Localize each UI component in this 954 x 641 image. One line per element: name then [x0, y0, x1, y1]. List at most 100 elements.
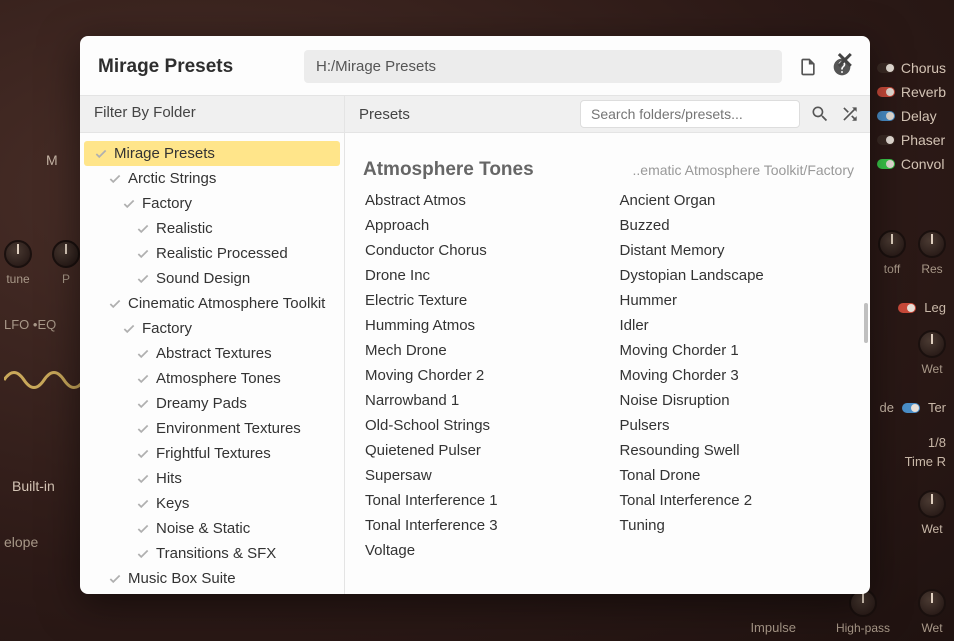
folder-item[interactable]: Arctic Strings: [84, 166, 340, 191]
preset-item[interactable]: Moving Chorder 2: [365, 366, 600, 385]
check-icon: [136, 422, 150, 436]
preset-path-input[interactable]: [304, 50, 782, 83]
check-icon: [136, 497, 150, 511]
folder-label: Factory: [142, 320, 192, 337]
preset-item[interactable]: Conductor Chorus: [365, 241, 600, 260]
fx-convol: Convol: [877, 156, 945, 172]
modal-body: Mirage PresetsArctic StringsFactoryReali…: [80, 133, 870, 594]
folder-item[interactable]: Frightful Textures: [84, 441, 340, 466]
folder-item[interactable]: Keys: [84, 491, 340, 516]
preset-item[interactable]: Tonal Interference 3: [365, 516, 600, 535]
folder-label: Abstract Textures: [156, 345, 272, 362]
fx-reverb: Reverb: [877, 84, 946, 100]
folder-label: Realistic Processed: [156, 245, 288, 262]
preset-browser-modal: ✕ Mirage Presets Filter By Folder Preset…: [80, 36, 870, 594]
bg-knob-res: Res: [918, 230, 946, 276]
preset-item[interactable]: Ancient Organ: [620, 191, 855, 210]
folder-item[interactable]: Factory: [84, 316, 340, 341]
bg-knob-tune: tune: [4, 240, 32, 286]
preset-item[interactable]: Tonal Interference 1: [365, 491, 600, 510]
envelope-label: elope: [4, 534, 38, 550]
modal-header: Mirage Presets: [80, 36, 870, 95]
folder-item[interactable]: Sound Design: [84, 266, 340, 291]
preset-item[interactable]: Tonal Interference 2: [620, 491, 855, 510]
folder-item[interactable]: Mirage Presets: [84, 141, 340, 166]
bottom-right-controls: Impulse High-pass Wet: [750, 589, 946, 635]
section-path: ..ematic Atmosphere Toolkit/Factory: [633, 162, 855, 178]
folder-item[interactable]: Hits: [84, 466, 340, 491]
check-icon: [122, 197, 136, 211]
preset-item[interactable]: Idler: [620, 316, 855, 335]
folder-label: Atmosphere Tones: [156, 370, 281, 387]
fx-chorus: Chorus: [877, 60, 946, 76]
preset-item[interactable]: Moving Chorder 3: [620, 366, 855, 385]
folder-item[interactable]: Noise & Static: [84, 516, 340, 541]
preset-item[interactable]: Hummer: [620, 291, 855, 310]
folder-item[interactable]: Cinematic Atmosphere Toolkit: [84, 291, 340, 316]
preset-item[interactable]: Electric Texture: [365, 291, 600, 310]
folder-item[interactable]: Factory: [84, 191, 340, 216]
preset-item[interactable]: Tuning: [620, 516, 855, 535]
preset-item[interactable]: Abstract Atmos: [365, 191, 600, 210]
close-icon[interactable]: ✕: [836, 48, 854, 74]
search-icon[interactable]: [810, 104, 830, 124]
check-icon: [136, 397, 150, 411]
check-icon: [108, 172, 122, 186]
check-icon: [136, 347, 150, 361]
folder-label: Keys: [156, 495, 189, 512]
preset-item[interactable]: Supersaw: [365, 466, 600, 485]
preset-item[interactable]: Noise Disruption: [620, 391, 855, 410]
folder-item[interactable]: Atmosphere Tones: [84, 366, 340, 391]
check-icon: [136, 372, 150, 386]
new-file-icon[interactable]: [798, 57, 818, 77]
search-input[interactable]: [580, 100, 800, 128]
preset-item[interactable]: Moving Chorder 1: [620, 341, 855, 360]
check-icon: [108, 297, 122, 311]
preset-item[interactable]: Humming Atmos: [365, 316, 600, 335]
check-icon: [136, 472, 150, 486]
preset-item[interactable]: Dystopian Landscape: [620, 266, 855, 285]
modal-title: Mirage Presets: [98, 56, 288, 78]
folder-item[interactable]: Music Box Suite: [84, 566, 340, 591]
folder-label: Sound Design: [156, 270, 250, 287]
m-label: M: [46, 152, 58, 168]
folder-tree[interactable]: Mirage PresetsArctic StringsFactoryReali…: [80, 133, 345, 594]
folder-label: Music Box Suite: [128, 570, 236, 587]
folder-label: Environment Textures: [156, 420, 301, 437]
filter-by-folder-label: Filter By Folder: [80, 96, 345, 132]
folder-item[interactable]: Dreamy Pads: [84, 391, 340, 416]
preset-item[interactable]: Tonal Drone: [620, 466, 855, 485]
folder-item[interactable]: Realistic: [84, 216, 340, 241]
check-icon: [108, 572, 122, 586]
preset-item[interactable]: Old-School Strings: [365, 416, 600, 435]
check-icon: [94, 147, 108, 161]
folder-item[interactable]: Abstract Textures: [84, 341, 340, 366]
preset-item[interactable]: Quietened Pulser: [365, 441, 600, 460]
preset-item[interactable]: Approach: [365, 216, 600, 235]
waveform-graphic: [4, 360, 84, 400]
bg-knob-wet2: Wet: [918, 490, 946, 536]
preset-item[interactable]: Buzzed: [620, 216, 855, 235]
preset-grid: Abstract Atmos Ancient Organ Approach Buzze…: [361, 191, 858, 560]
preset-list-panel[interactable]: Atmosphere Tones ..ematic Atmosphere Too…: [345, 133, 870, 594]
preset-item[interactable]: Pulsers: [620, 416, 855, 435]
preset-item[interactable]: Distant Memory: [620, 241, 855, 260]
preset-item[interactable]: Voltage: [365, 541, 600, 560]
folder-item[interactable]: Transitions & SFX: [84, 541, 340, 566]
preset-item[interactable]: Drone Inc: [365, 266, 600, 285]
presets-column-label: Presets: [359, 106, 410, 123]
preset-item[interactable]: Mech Drone: [365, 341, 600, 360]
preset-item[interactable]: Resounding Swell: [620, 441, 855, 460]
subheader: Filter By Folder Presets: [80, 95, 870, 133]
folder-item[interactable]: Realistic Processed: [84, 241, 340, 266]
scrollbar-thumb[interactable]: [864, 303, 868, 343]
builtin-label: Built-in: [12, 478, 55, 494]
check-icon: [136, 222, 150, 236]
lfo-eq-label: LFO •EQ: [4, 317, 56, 332]
check-icon: [122, 322, 136, 336]
de-ter-toggles: deTer: [879, 400, 946, 415]
shuffle-icon[interactable]: [840, 104, 860, 124]
folder-item[interactable]: Environment Textures: [84, 416, 340, 441]
bg-knob-wet: Wet: [918, 330, 946, 376]
preset-item[interactable]: Narrowband 1: [365, 391, 600, 410]
